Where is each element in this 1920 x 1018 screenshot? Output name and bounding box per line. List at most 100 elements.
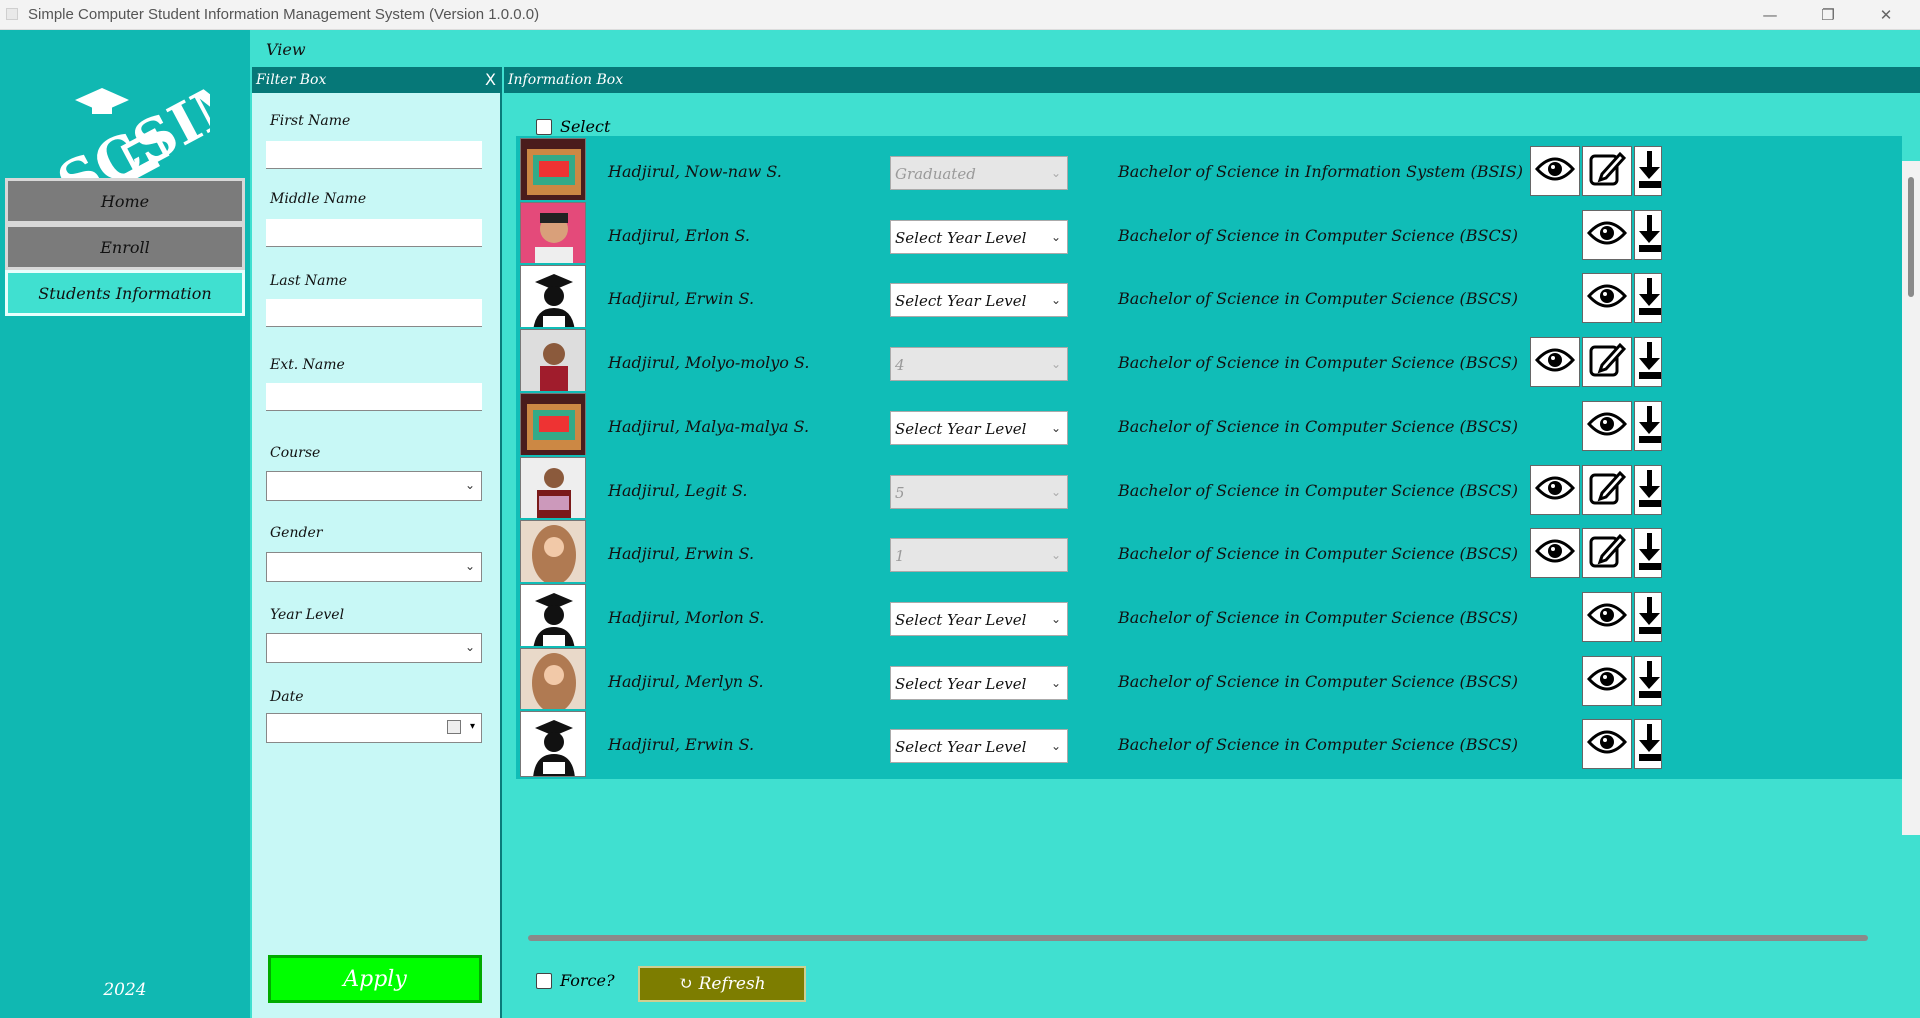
download-button[interactable] — [1634, 719, 1662, 770]
year-level-dropdown[interactable]: Select Year Level ⌄ — [890, 665, 1068, 700]
filter-close-button[interactable]: X — [485, 70, 496, 89]
view-button[interactable] — [1582, 273, 1632, 324]
force-checkbox[interactable] — [536, 973, 552, 989]
download-button[interactable] — [1634, 655, 1662, 706]
student-photo — [520, 392, 586, 459]
course-select[interactable]: ⌄ — [266, 471, 482, 501]
nav-students-information-label: Students Information — [38, 283, 212, 303]
student-course: Bachelor of Science in Computer Science … — [1118, 225, 1518, 245]
edit-button[interactable] — [1582, 464, 1632, 515]
eye-icon — [1586, 282, 1628, 314]
apply-button[interactable]: Apply — [268, 955, 482, 1003]
download-button[interactable] — [1634, 528, 1662, 579]
student-name: Hadjirul, Erwin S. — [608, 735, 755, 755]
edit-button[interactable] — [1582, 337, 1632, 388]
view-button[interactable] — [1582, 591, 1632, 642]
edit-button[interactable] — [1582, 146, 1632, 196]
view-button[interactable] — [1582, 209, 1632, 260]
student-course: Bachelor of Science in Computer Science … — [1118, 416, 1518, 436]
student-row: Hadjirul, Erwin S. Select Year Level ⌄ Bach… — [516, 263, 1902, 334]
view-title[interactable]: View — [266, 40, 306, 59]
ext-name-input[interactable] — [266, 383, 482, 411]
eye-icon — [1534, 155, 1576, 187]
edit-icon — [1588, 532, 1627, 574]
chevron-down-icon: ⌄ — [1050, 548, 1061, 563]
refresh-icon: ↻ — [678, 974, 693, 994]
nav-home-button[interactable]: Home — [5, 178, 245, 224]
download-button[interactable] — [1634, 400, 1662, 451]
edit-icon — [1588, 469, 1627, 511]
scrollbar-thumb[interactable] — [528, 935, 1868, 941]
view-button[interactable] — [1582, 400, 1632, 451]
download-icon — [1639, 404, 1661, 448]
download-button[interactable] — [1634, 464, 1662, 515]
year-level-select[interactable]: ⌄ — [266, 633, 482, 663]
gender-label: Gender — [270, 525, 323, 541]
nav-enroll-button[interactable]: Enroll — [5, 224, 245, 270]
view-button[interactable] — [1530, 528, 1580, 579]
year-level-dropdown[interactable]: Select Year Level ⌄ — [890, 283, 1068, 318]
select-all-checkbox[interactable] — [536, 119, 552, 135]
year-level-value: 5 — [895, 483, 905, 502]
apply-label: Apply — [343, 966, 407, 992]
student-photo — [520, 711, 586, 778]
year-level-dropdown[interactable]: Select Year Level ⌄ — [890, 601, 1068, 636]
chevron-down-icon: ⌄ — [1050, 166, 1061, 180]
eye-icon — [1534, 474, 1576, 506]
window-title: Simple Computer Student Information Mana… — [28, 6, 540, 23]
view-button[interactable] — [1530, 464, 1580, 515]
year-level-dropdown[interactable]: Select Year Level ⌄ — [890, 219, 1068, 254]
nav-students-information-button[interactable]: Students Information — [5, 270, 245, 316]
minimize-button[interactable]: — — [1742, 0, 1798, 30]
student-row: Hadjirul, Morlon S. Select Year Level ⌄ Bac… — [516, 581, 1902, 652]
student-name: Hadjirul, Merlyn S. — [608, 671, 764, 691]
year-level-dropdown: 5 ⌄ — [890, 474, 1068, 509]
select-label: Select — [560, 117, 611, 136]
date-picker[interactable]: ▾ — [266, 713, 482, 743]
download-button[interactable] — [1634, 591, 1662, 642]
nav-home-label: Home — [100, 191, 150, 211]
student-course: Bachelor of Science in Information Syste… — [1118, 162, 1523, 181]
student-name: Hadjirul, Morlon S. — [608, 607, 765, 627]
download-icon — [1639, 213, 1661, 257]
student-course: Bachelor of Science in Computer Science … — [1118, 480, 1518, 500]
download-button[interactable] — [1634, 146, 1662, 196]
download-icon — [1639, 722, 1661, 766]
refresh-button[interactable]: ↻ Refresh — [638, 966, 806, 1002]
year-level-dropdown[interactable]: Select Year Level ⌄ — [890, 729, 1068, 764]
view-button[interactable] — [1582, 655, 1632, 706]
gender-select[interactable]: ⌄ — [266, 552, 482, 582]
student-name: Hadjirul, Erwin S. — [608, 289, 755, 309]
view-button[interactable] — [1530, 337, 1580, 388]
eye-icon — [1534, 346, 1576, 378]
chevron-down-icon: ⌄ — [1050, 484, 1061, 499]
year-level-value: 1 — [895, 547, 905, 566]
view-button[interactable] — [1582, 719, 1632, 770]
student-row: Hadjirul, Now-naw S. Graduated ⌄ Bachelor o… — [516, 136, 1902, 206]
download-button[interactable] — [1634, 337, 1662, 388]
edit-button[interactable] — [1582, 528, 1632, 579]
nav-enroll-label: Enroll — [100, 237, 150, 257]
first-name-label: First Name — [270, 113, 351, 129]
close-window-button[interactable]: ✕ — [1858, 0, 1914, 30]
information-box: Information Box Select Hadjirul, Now-naw… — [504, 67, 1920, 1018]
year-level-value: Select Year Level — [895, 610, 1027, 629]
restore-button[interactable]: ❐ — [1800, 0, 1856, 30]
student-course: Bachelor of Science in Computer Science … — [1118, 289, 1518, 309]
student-course: Bachelor of Science in Computer Science … — [1118, 544, 1518, 564]
middle-name-input[interactable] — [266, 219, 482, 247]
last-name-input[interactable] — [266, 299, 482, 327]
year-level-dropdown[interactable]: Select Year Level ⌄ — [890, 410, 1068, 445]
year-level-value: Select Year Level — [895, 674, 1027, 693]
chevron-down-icon: ⌄ — [1050, 420, 1061, 435]
scrollbar-thumb[interactable] — [1908, 177, 1914, 297]
middle-name-label: Middle Name — [270, 191, 367, 207]
first-name-input[interactable] — [266, 141, 482, 169]
vertical-scrollbar[interactable] — [1902, 161, 1920, 835]
horizontal-scrollbar[interactable] — [516, 931, 1906, 943]
download-button[interactable] — [1634, 209, 1662, 260]
view-button[interactable] — [1530, 146, 1580, 196]
student-name: Hadjirul, Erlon S. — [608, 225, 750, 245]
download-button[interactable] — [1634, 273, 1662, 324]
eye-icon — [1586, 728, 1628, 760]
